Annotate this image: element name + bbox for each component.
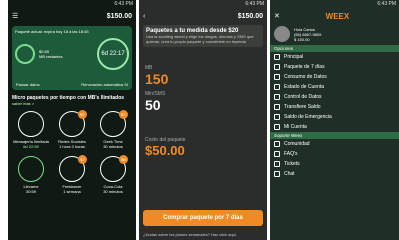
chat-icon: [274, 171, 280, 177]
social-icon: $7: [59, 110, 87, 137]
menu-principal[interactable]: Principal: [270, 52, 399, 62]
menu-emergency[interactable]: Saldo de Emergencia: [270, 112, 399, 122]
menu-faq[interactable]: FAQ's: [270, 149, 399, 159]
pause-data-button[interactable]: Pausar datos: [16, 82, 40, 87]
avatar: [274, 26, 290, 42]
data-meter-icon: [15, 44, 35, 64]
tile-cocacola[interactable]: $8 Coca-Cola 30 minutos: [94, 155, 132, 198]
balance: $150.00: [106, 12, 132, 20]
faq-icon: [274, 151, 280, 157]
transfer-icon: [274, 104, 280, 110]
top-bar: ✕ WEEX: [270, 9, 399, 23]
brand-logo: WEEX: [325, 11, 350, 21]
top-bar: ☰ $150.00: [8, 9, 136, 23]
tile-grid: Mensajería Ilimitada 6d 22:59 $7 Redes Soc…: [8, 108, 136, 201]
menu-consumption[interactable]: Consumo de Datos: [270, 72, 399, 82]
package-expiry: expira hoy 18 a las 18:45: [43, 29, 89, 34]
screenshot-collage: 6:43 PM ☰ $150.00 Paquete actual: expira…: [0, 0, 399, 240]
ticket-icon: [274, 161, 280, 167]
menu-chat[interactable]: Chat: [270, 169, 399, 179]
menu-account-state[interactable]: Estado de Cuenta: [270, 82, 399, 92]
custom-package-screen: 6:43 PM ‹ $150.00 Paquetes a tu medida d…: [139, 0, 267, 240]
menu-7days[interactable]: Paquete de 7 días: [270, 62, 399, 72]
menu-icon[interactable]: ☰: [12, 12, 18, 20]
account-icon: [274, 124, 280, 130]
status-bar: 6:43 PM: [245, 1, 264, 7]
package-label: Paquete actual:: [15, 29, 43, 34]
chart-icon: [274, 74, 280, 80]
status-bar: 6:43 PM: [114, 1, 133, 7]
tile-messaging[interactable]: Mensajería Ilimitada 6d 22:59: [12, 111, 50, 153]
home-icon: [274, 54, 280, 60]
buy-package-button[interactable]: Comprar paquete por 7 días: [143, 210, 263, 226]
data-sub: MB restantes: [39, 54, 63, 59]
tile-llevame[interactable]: Llévame 30:59: [12, 156, 50, 198]
home-screen: 6:43 PM ☰ $150.00 Paquete actual: expira…: [8, 0, 136, 240]
close-icon[interactable]: ✕: [274, 12, 280, 20]
menu-tickets[interactable]: Tickets: [270, 159, 399, 169]
mb-value[interactable]: 150: [145, 71, 261, 87]
menu-screen: 6:43 PM ✕ WEEX Hola Carlos (55) 6667-980…: [270, 0, 399, 240]
package-subtitle: Usa la scrolling wheel y elige los megas…: [146, 34, 254, 44]
tile-social[interactable]: $7 Redes Sociales 1 hora 3 horas: [53, 110, 91, 153]
auto-renew: Renovación automática Sí: [81, 82, 128, 87]
menu-transfer[interactable]: Transfiere Saldo: [270, 102, 399, 112]
top-bar: ‹ $150.00: [139, 9, 267, 23]
geek-icon: $7: [100, 110, 128, 137]
balance: $150.00: [237, 12, 263, 20]
question-link[interactable]: ¿Dudas sobre los planes semanales? Haz c…: [143, 232, 263, 237]
package-icon: [274, 64, 280, 70]
menu-community[interactable]: Comunidad: [270, 139, 399, 149]
tile-freelancer[interactable]: $7 Freelancer 1 semana: [53, 155, 91, 198]
tile-geek[interactable]: $7 Geek Time 30 minutos: [94, 110, 132, 153]
cocacola-icon: $8: [100, 155, 128, 182]
min-value[interactable]: 50: [145, 97, 261, 113]
balance: $ 150.00: [294, 36, 310, 42]
document-icon: [274, 84, 280, 90]
map-pin-icon: [18, 156, 44, 182]
freelancer-icon: $7: [59, 155, 87, 182]
menu-data-control[interactable]: Control de Datos: [270, 92, 399, 102]
phone: (55) 6667-9809: [294, 31, 322, 37]
menu-account[interactable]: Mi Cuenta: [270, 122, 399, 132]
emergency-icon: [274, 114, 280, 120]
section-options: Opciones: [270, 45, 399, 52]
see-more-link[interactable]: saber más >: [12, 101, 132, 106]
community-icon: [274, 141, 280, 147]
chat-icon: [18, 111, 44, 137]
timer: 6d 22:17: [101, 51, 125, 57]
control-icon: [274, 94, 280, 100]
section-support: Soporte Weex: [270, 132, 399, 139]
timer-ring: 6d 22:17: [97, 38, 129, 70]
back-icon[interactable]: ‹: [143, 13, 145, 20]
package-card: Paquete actual: expira hoy 18 a las 18:4…: [12, 26, 132, 90]
cost-value: $50.00: [145, 143, 185, 158]
status-bar: 6:43 PM: [377, 1, 396, 7]
